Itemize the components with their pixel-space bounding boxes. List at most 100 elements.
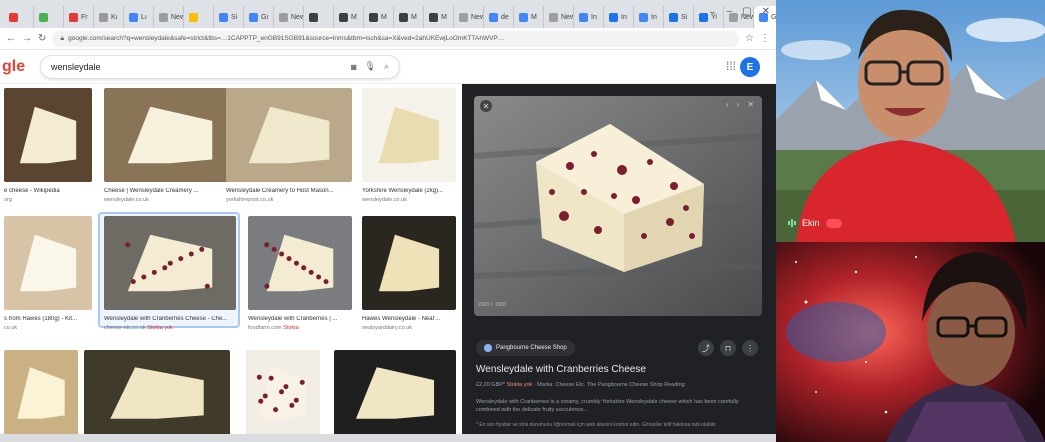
tab[interactable]: Fr [64,6,94,28]
result-thumbnail[interactable] [104,88,236,182]
browser-window: Fr Kı Lı New Si Gı New M M M M New de M New In In In Si Yi N… [0,0,776,442]
result-thumbnail[interactable] [248,216,352,310]
result-caption[interactable]: Yorkshire Wensleydale (2kg)... [362,188,456,194]
tab[interactable]: New [274,6,304,28]
result-caption[interactable]: Wensleydale Creamery to Host Mason... [226,188,352,194]
source-chip[interactable]: Pangbourne Cheese Shop [476,340,575,356]
tab[interactable]: New [544,6,574,28]
result-caption[interactable]: Wensleydale with Cranberries Cheese - Ch… [104,316,236,322]
video-tile-participant-2[interactable] [776,242,1045,442]
tab[interactable]: M [424,6,454,28]
result-caption[interactable]: s from Hawes (180g) - Kit... [4,316,92,322]
tab[interactable]: M [364,6,394,28]
mic-icon[interactable]: 🎙︎ [365,61,376,72]
tab[interactable]: In [574,6,604,28]
bookmark-icon[interactable]: ⊓ [720,340,736,356]
tab[interactable]: M [334,6,364,28]
result-thumbnail[interactable] [4,350,78,436]
tab[interactable]: New [154,6,184,28]
back-icon[interactable]: ← [6,33,16,44]
image-result[interactable] [4,350,78,442]
result-caption[interactable]: Hawes Wensleydale - Neal'... [362,316,456,322]
next-image-icon[interactable]: › [737,100,740,109]
close-window-button[interactable]: ✕ [762,6,770,17]
tab[interactable]: Si [664,6,694,28]
tab-label: In [651,13,657,21]
apps-grid-icon[interactable]: ⁞⁞⁞ [726,59,736,73]
result-thumbnail[interactable] [226,88,352,182]
tab[interactable] [304,6,334,28]
tab-label: M [381,13,387,21]
close-preview-icon[interactable]: ✕ [480,100,492,112]
browser-menu-icon[interactable]: ⋮ [760,33,770,44]
tab[interactable]: M [394,6,424,28]
tab[interactable]: Lı [124,6,154,28]
tab-label: New [471,13,484,21]
google-logo[interactable]: gle [0,58,40,76]
result-thumbnail[interactable] [4,88,92,182]
tab-favicon-icon [189,12,198,22]
preview-title[interactable]: Wensleydale with Cranberries Cheese [476,364,646,375]
account-avatar[interactable]: E [740,57,760,77]
result-thumbnail[interactable] [4,216,92,310]
share-icon[interactable]: ⤴ [698,340,714,356]
search-input[interactable]: wensleydale [51,62,343,72]
result-thumbnail[interactable] [84,350,230,436]
lock-icon[interactable]: 🔒︎ [60,35,64,43]
tab[interactable]: de [484,6,514,28]
tab-favicon-icon [429,12,438,22]
tab[interactable]: M [514,6,544,28]
tab[interactable]: Si [214,6,244,28]
tab[interactable] [184,6,214,28]
tab[interactable]: Kı [94,6,124,28]
image-result[interactable]: Wensleydale Creamery to Host Mason... yor… [226,88,352,208]
image-result[interactable]: e cheese - Wikipedia org [4,88,92,208]
screen: Fr Kı Lı New Si Gı New M M M M New de M New In In In Si Yi N… [0,0,1045,442]
tab[interactable]: In [634,6,664,28]
result-thumbnail[interactable] [104,216,236,310]
prev-image-icon[interactable]: ‹ [726,100,729,109]
result-source-domain: wensleydale.co.uk [104,197,149,203]
url-field[interactable]: 🔒︎ google.com/search?q=wensleydale&safe=… [52,30,740,47]
stock-status: Stokta yok [506,382,533,388]
image-result[interactable]: Cheese | Wensleydale Creamery ... wensley… [104,88,236,208]
bookmark-star-icon[interactable]: ☆ [745,33,754,44]
tab-search-icon[interactable]: ⌄ [708,6,716,17]
result-source: org [4,197,92,203]
image-result[interactable]: Wensleydale with Cranberries Cheese - Ch… [104,216,236,336]
image-result[interactable] [246,350,320,442]
result-thumbnail[interactable] [246,350,320,436]
image-result[interactable] [84,350,230,442]
tab[interactable]: New [454,6,484,28]
more-icon[interactable]: ⋮ [742,340,758,356]
image-results-grid: e cheese - Wikipedia org Cheese | Wensleyd… [0,84,462,442]
tab[interactable]: In [604,6,634,28]
image-result[interactable]: s from Hawes (180g) - Kit... co.uk [4,216,92,336]
tab-favicon-icon [339,12,348,22]
result-source-domain: yorkshirepost.co.uk [226,197,274,203]
result-caption[interactable]: Wensleydale with Cranberries | ... [248,316,352,322]
tab[interactable] [34,6,64,28]
close-icon[interactable]: ✕ [747,100,754,109]
search-icon[interactable]: ⌕ [384,61,389,72]
search-box[interactable]: wensleydale ◙ 🎙︎ ⌕ [40,54,400,79]
reload-icon[interactable]: ↻ [38,33,46,44]
result-source-domain: org [4,197,12,203]
minimize-button[interactable]: – [727,6,733,17]
image-result[interactable]: Hawes Wensleydale - Neal'... nealsyarddai… [362,216,456,336]
forward-icon[interactable]: → [22,33,32,44]
result-thumbnail[interactable] [362,216,456,310]
maximize-button[interactable]: ▢ [742,6,751,17]
image-result[interactable]: Wensleydale with Cranberries | ... foodfa… [248,216,352,336]
preview-image[interactable] [474,96,762,316]
image-result[interactable] [334,350,456,442]
result-caption[interactable]: Cheese | Wensleydale Creamery ... [104,188,236,194]
tab[interactable]: Gı [244,6,274,28]
video-tile-participant-1[interactable]: Ekin [776,0,1045,242]
image-result[interactable]: Yorkshire Wensleydale (2kg)... wensleydal… [362,88,456,208]
result-thumbnail[interactable] [362,88,456,182]
result-caption[interactable]: e cheese - Wikipedia [4,188,92,194]
result-thumbnail[interactable] [334,350,456,436]
camera-search-icon[interactable]: ◙ [351,62,356,72]
tab[interactable] [4,6,34,28]
